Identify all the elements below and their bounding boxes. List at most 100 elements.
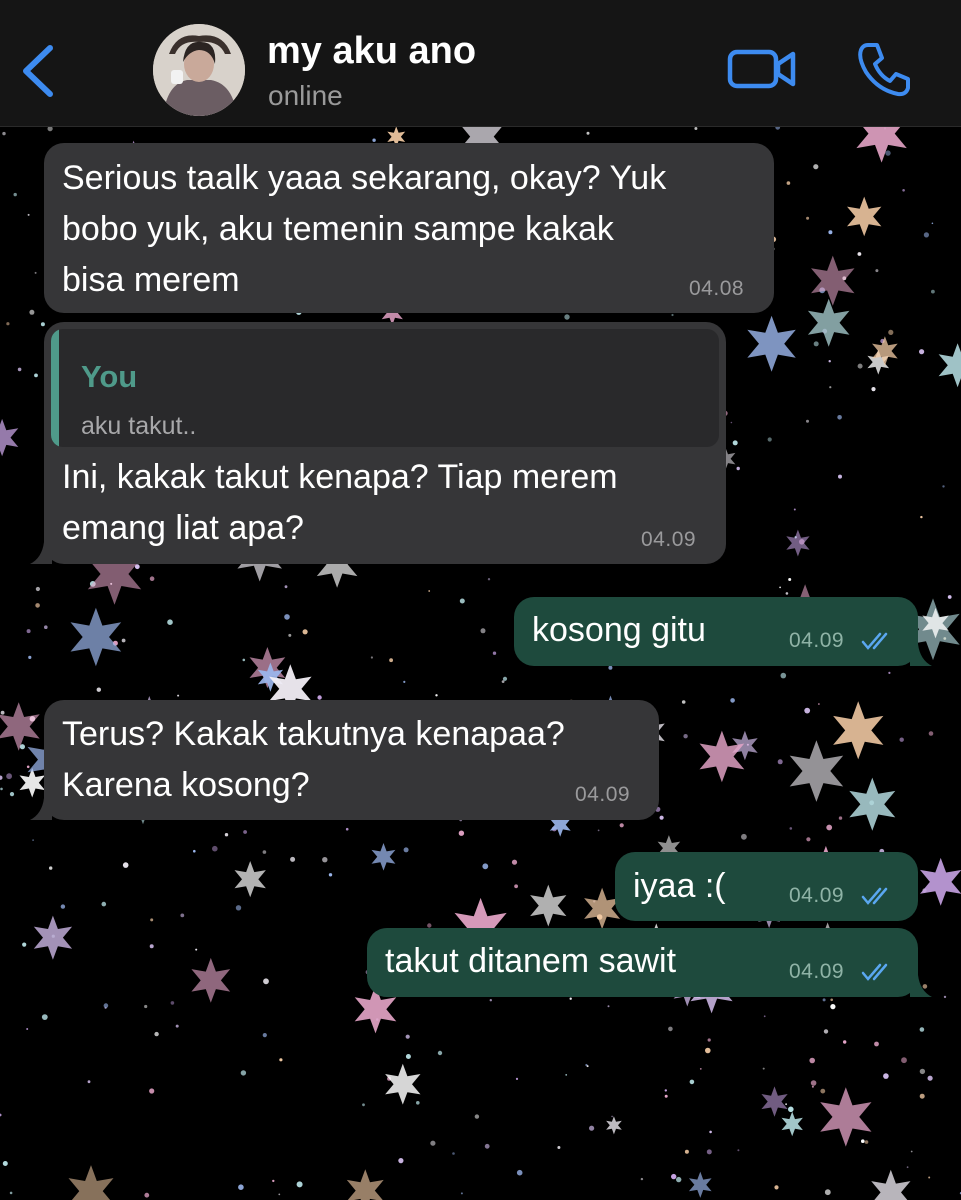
sparkle-dot xyxy=(403,847,409,853)
reply-quote[interactable]: You aku takut.. xyxy=(51,329,719,447)
phone-icon[interactable] xyxy=(856,40,912,98)
star-shape xyxy=(871,1169,911,1200)
sparkle-dot xyxy=(818,703,820,705)
sparkle-dot xyxy=(34,373,38,378)
sparkle-dot xyxy=(910,1150,913,1153)
sparkle-dot xyxy=(515,1077,519,1080)
sparkle-dot xyxy=(843,1040,847,1044)
sparkle-dot xyxy=(902,189,905,192)
message-time: 04.09 xyxy=(789,884,845,907)
message-bubble-outgoing[interactable]: iyaa :( 04.09 xyxy=(615,852,918,921)
sparkle-dot xyxy=(22,942,27,947)
sparkle-dot xyxy=(437,1050,443,1056)
sparkle-dot xyxy=(405,1054,411,1059)
sparkle-dot xyxy=(328,873,333,877)
message-bubble-incoming[interactable]: Terus? Kakak takutnya kenapaa? Karena ko… xyxy=(30,700,659,820)
sparkle-dot xyxy=(732,440,738,446)
sparkle-dot xyxy=(931,289,935,294)
message-bubble-incoming[interactable]: Serious taalk yaaa sekarang, okay? Yuk b… xyxy=(44,143,774,313)
sparkle-dot xyxy=(302,629,308,635)
contact-status: online xyxy=(268,80,343,111)
sparkle-dot xyxy=(9,792,15,797)
sparkle-dot xyxy=(619,823,624,828)
star-shape xyxy=(811,255,855,306)
avatar[interactable] xyxy=(153,24,245,116)
sparkle-dot xyxy=(0,1113,2,1117)
sparkle-dot xyxy=(459,598,465,604)
sparkle-dot xyxy=(516,1169,523,1176)
star-shape xyxy=(606,1116,622,1135)
sparkle-dot xyxy=(28,655,32,660)
video-camera-icon[interactable] xyxy=(727,45,797,93)
sparkle-dot xyxy=(779,586,781,589)
message-bubble-outgoing[interactable]: takut ditanem sawit 04.09 xyxy=(367,928,932,997)
sparkle-dot xyxy=(611,1115,613,1118)
star-shape xyxy=(33,915,73,960)
sparkle-dot xyxy=(501,680,505,683)
sparkle-dot xyxy=(149,1088,155,1094)
star-shape xyxy=(847,196,882,237)
sparkle-dot xyxy=(671,313,674,317)
sparkle-dot xyxy=(826,824,833,831)
sparkle-dot xyxy=(919,1027,925,1032)
sparkle-dot xyxy=(820,1088,826,1094)
sparkle-dot xyxy=(262,1033,267,1038)
sparkle-dot xyxy=(828,230,833,235)
message-text: bobo yuk, aku temenin sampe kakak xyxy=(62,210,614,248)
star-shape xyxy=(530,884,567,927)
sparkle-dot xyxy=(484,1143,490,1149)
chevron-left-icon[interactable] xyxy=(16,40,62,102)
sparkle-dot xyxy=(175,1024,179,1028)
sparkle-dot xyxy=(149,576,155,581)
star-shape xyxy=(346,1169,384,1200)
sparkle-dot xyxy=(460,1192,463,1195)
sparkle-dot xyxy=(640,1177,644,1181)
sparkle-dot xyxy=(777,759,783,765)
sparkle-dot xyxy=(144,1004,148,1009)
sparkle-dot xyxy=(901,1057,907,1064)
sparkle-dot xyxy=(811,1085,814,1088)
contact-name[interactable]: my aku ano xyxy=(267,30,476,73)
sparkle-dot xyxy=(857,363,863,369)
sparkle-dot xyxy=(786,181,791,185)
sparkle-dot xyxy=(810,1080,817,1086)
bubble-tail xyxy=(30,542,52,564)
sparkle-dot xyxy=(167,619,173,625)
sparkle-dot xyxy=(806,216,810,220)
star-shape xyxy=(191,957,231,1003)
sparkle-dot xyxy=(263,978,269,985)
sparkle-dot xyxy=(0,710,5,715)
sparkle-dot xyxy=(27,213,30,216)
message-text: kosong gitu xyxy=(532,611,706,649)
read-receipt-icon xyxy=(861,963,888,981)
sparkle-dot xyxy=(290,856,296,862)
sparkle-dot xyxy=(29,309,35,315)
star-shape xyxy=(938,343,961,388)
sparkle-dot xyxy=(416,1101,420,1105)
sparkle-dot xyxy=(35,586,41,592)
message-text: emang liat apa? xyxy=(62,509,304,547)
sparkle-dot xyxy=(883,1073,889,1079)
sparkle-dot xyxy=(458,830,465,836)
sparkle-dot xyxy=(489,999,492,1002)
sparkle-dot xyxy=(284,614,290,620)
sparkle-dot xyxy=(919,1068,926,1075)
message-bubble-incoming[interactable]: You aku takut.. Ini, kakak takut kenapa?… xyxy=(30,322,726,564)
sparkle-dot xyxy=(238,1184,244,1190)
sparkle-dot xyxy=(26,629,31,634)
sparkle-dot xyxy=(279,1058,283,1062)
sparkle-dot xyxy=(589,1125,595,1131)
sparkle-dot xyxy=(830,1004,836,1010)
star-shape xyxy=(0,702,40,751)
sparkle-dot xyxy=(837,415,842,420)
sparkle-dot xyxy=(154,1031,159,1037)
message-bubble-outgoing[interactable]: kosong gitu 04.09 xyxy=(514,597,932,666)
sparkle-dot xyxy=(170,1001,175,1005)
message-text: bisa merem xyxy=(62,261,240,299)
sparkle-dot xyxy=(17,367,22,372)
sparkle-dot xyxy=(144,1192,150,1198)
message-text: Ini, kakak takut kenapa? Tiap merem xyxy=(62,458,618,496)
star-shape xyxy=(234,861,266,898)
sparkle-dot xyxy=(919,1093,925,1099)
sparkle-dot xyxy=(242,658,246,662)
